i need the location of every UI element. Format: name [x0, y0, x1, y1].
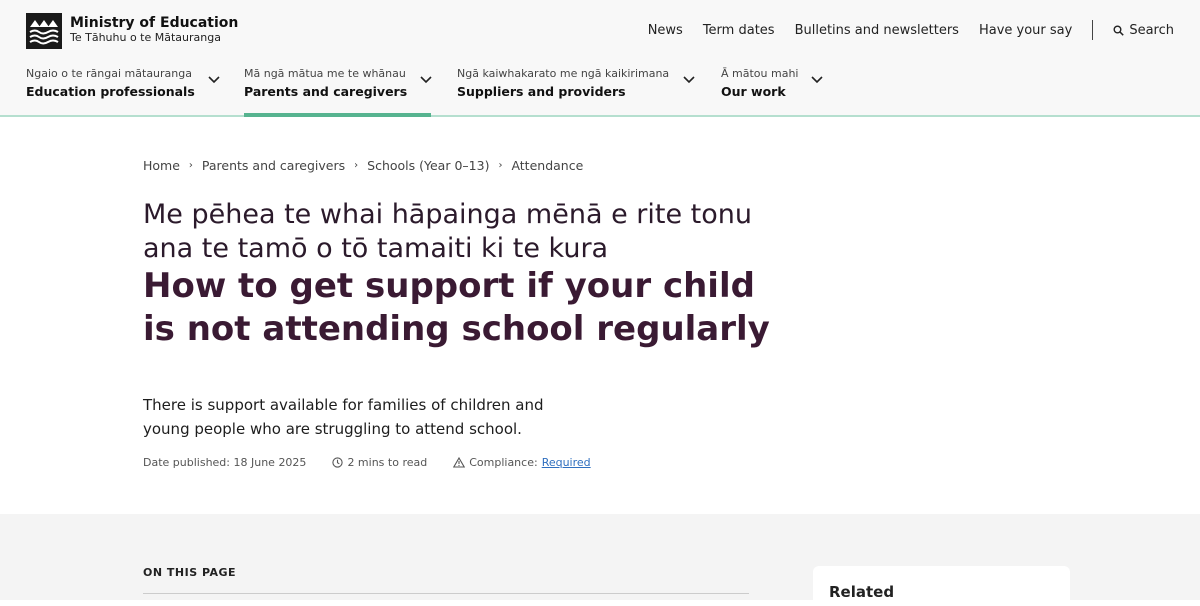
chevron-right-icon: ›: [498, 160, 503, 171]
site-logo[interactable]: Ministry of Education Te Tāhuhu o te Māt…: [26, 13, 238, 49]
logo-subtitle: Te Tāhuhu o te Mātauranga: [70, 31, 221, 44]
page-meta: Date published: 18 June 2025 2 mins to r…: [143, 456, 617, 469]
page-intro: There is support available for families …: [143, 396, 544, 438]
nav-label: Education professionals: [26, 84, 195, 99]
nav-label: Suppliers and providers: [457, 84, 626, 99]
nav-item-our-work[interactable]: Ā mātou mahi Our work: [721, 62, 823, 117]
on-this-page-divider: [143, 593, 749, 594]
logo-text: Ministry of Education Te Tāhuhu o te Māt…: [70, 13, 238, 44]
chevron-down-icon: [683, 76, 695, 84]
breadcrumb: Home › Parents and caregivers › Schools …: [143, 158, 583, 173]
on-this-page-heading: ON THIS PAGE: [143, 566, 237, 579]
nav-item-parents-caregivers[interactable]: Mā ngā mātua me te whānau Parents and ca…: [244, 62, 432, 117]
breadcrumb-home[interactable]: Home: [143, 158, 180, 173]
breadcrumb-attendance[interactable]: Attendance: [511, 158, 583, 173]
chevron-down-icon: [811, 76, 823, 84]
nav-label: Our work: [721, 84, 786, 99]
util-link-bulletins[interactable]: Bulletins and newsletters: [795, 23, 959, 38]
chevron-right-icon: ›: [354, 160, 359, 171]
logo-title: Ministry of Education: [70, 15, 239, 31]
clock-icon: [332, 457, 344, 468]
chevron-down-icon: [208, 76, 220, 84]
chevron-down-icon: [420, 76, 432, 84]
search-button[interactable]: Search: [1113, 23, 1174, 38]
read-time-text: 2 mins to read: [347, 456, 428, 469]
compliance-label: Compliance:: [469, 456, 538, 469]
util-link-term-dates[interactable]: Term dates: [703, 23, 775, 38]
chevron-right-icon: ›: [188, 160, 193, 171]
breadcrumb-parents[interactable]: Parents and caregivers: [202, 158, 345, 173]
util-link-news[interactable]: News: [648, 23, 683, 38]
breadcrumb-schools[interactable]: Schools (Year 0–13): [367, 158, 489, 173]
logo-mark-icon: [26, 13, 62, 49]
util-divider: [1092, 20, 1094, 40]
utility-nav: News Term dates Bulletins and newsletter…: [628, 20, 1174, 40]
date-published-text: Date published: 18 June 2025: [143, 456, 307, 469]
nav-maori-label: Ngaio o te rāngai mātauranga: [26, 67, 192, 80]
search-icon: [1113, 25, 1125, 36]
warning-icon: [453, 457, 466, 468]
related-card: Related: [813, 566, 1070, 606]
nav-label: Parents and caregivers: [244, 84, 408, 99]
active-nav-indicator: [244, 113, 431, 117]
page-title: How to get support if your child is not …: [143, 266, 770, 349]
nav-maori-label: Ngā kaiwhakarato me ngā kaikirimana: [457, 67, 670, 80]
search-label: Search: [1129, 22, 1174, 38]
compliance-link[interactable]: Required: [542, 456, 591, 469]
util-link-have-your-say[interactable]: Have your say: [979, 23, 1072, 38]
compliance: Compliance: Required: [453, 456, 591, 469]
read-time: 2 mins to read: [332, 456, 427, 469]
date-published: Date published: 18 June 2025: [143, 456, 306, 469]
nav-item-education-professionals[interactable]: Ngaio o te rāngai mātauranga Education p…: [26, 62, 220, 117]
nav-maori-label: Ā mātou mahi: [721, 67, 799, 80]
site-header: Ministry of Education Te Tāhuhu o te Māt…: [0, 0, 1200, 117]
page-title-maori: Me pēhea te whai hāpainga mēnā e rite to…: [143, 199, 752, 264]
main-nav: Ngaio o te rāngai mātauranga Education p…: [0, 62, 1200, 117]
nav-item-suppliers-providers[interactable]: Ngā kaiwhakarato me ngā kaikirimana Supp…: [457, 62, 695, 117]
related-heading: Related: [829, 583, 895, 601]
nav-maori-label: Mā ngā mātua me te whānau: [244, 67, 406, 80]
